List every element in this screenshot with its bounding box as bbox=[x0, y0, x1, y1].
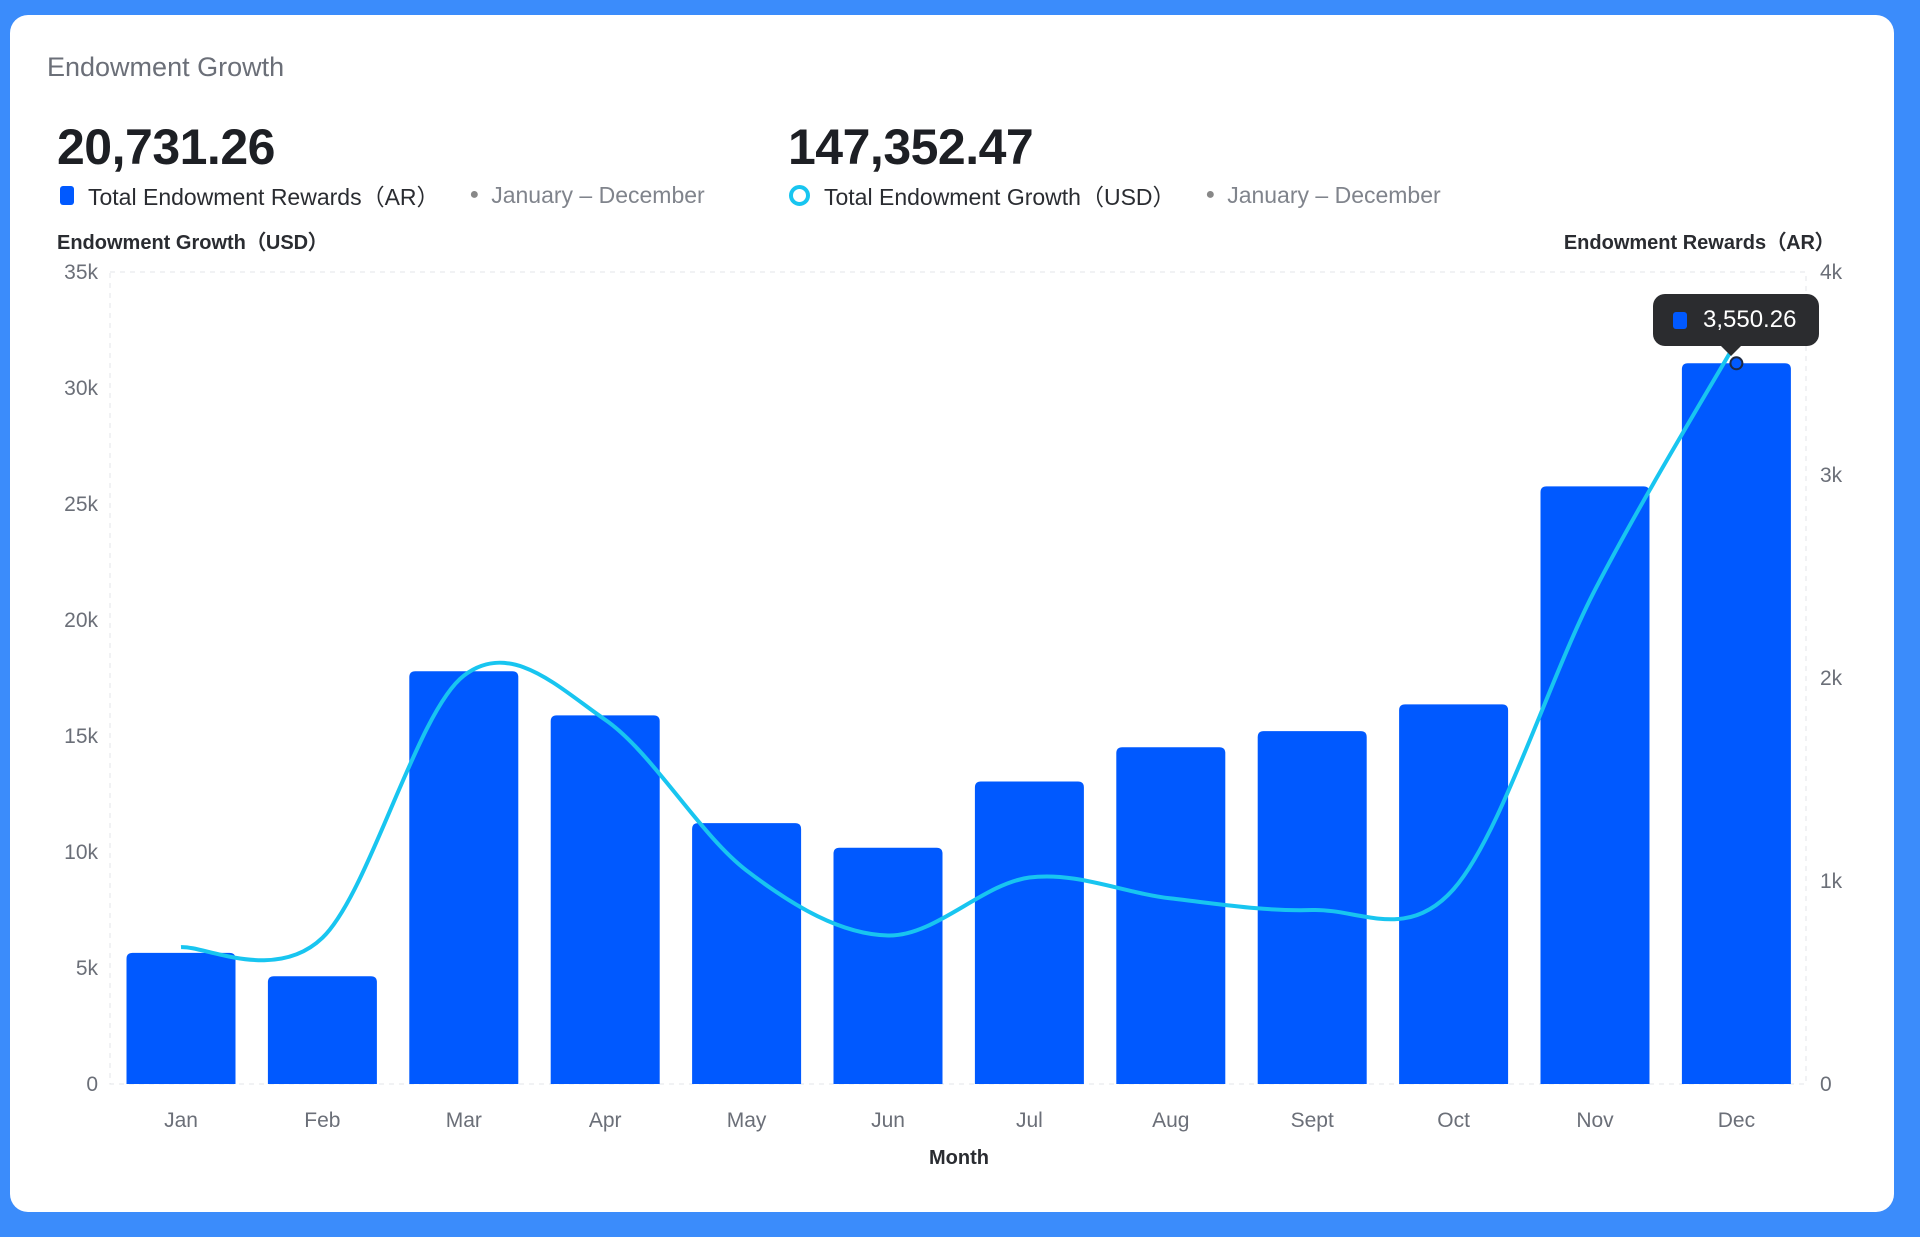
x-axis-title: Month bbox=[929, 1147, 989, 1169]
left-tick-label: 15k bbox=[64, 725, 98, 748]
right-tick-label: 2k bbox=[1820, 667, 1843, 690]
bar-oct[interactable] bbox=[1399, 704, 1509, 1084]
x-tick-label: May bbox=[727, 1109, 767, 1132]
left-tick-label: 10k bbox=[64, 841, 98, 864]
right-tick-label: 1k bbox=[1820, 870, 1843, 893]
left-tick-label: 30k bbox=[64, 377, 98, 400]
hover-point bbox=[1729, 356, 1744, 371]
bar-may[interactable] bbox=[692, 823, 802, 1084]
bar-apr[interactable] bbox=[550, 715, 660, 1084]
tooltip: 3,550.26 bbox=[1653, 294, 1819, 356]
x-tick-label: Aug bbox=[1152, 1109, 1189, 1132]
x-tick-label: Apr bbox=[589, 1109, 622, 1132]
x-tick-label: Jan bbox=[164, 1109, 198, 1132]
x-tick-label: Mar bbox=[446, 1109, 482, 1132]
x-tick-label: Oct bbox=[1437, 1109, 1470, 1132]
tooltip-swatch-icon bbox=[1673, 311, 1687, 329]
x-tick-label: Feb bbox=[304, 1109, 340, 1132]
bar-aug[interactable] bbox=[1116, 747, 1226, 1084]
right-tick-label: 3k bbox=[1820, 464, 1843, 487]
bar-jun[interactable] bbox=[833, 847, 943, 1084]
bar-nov[interactable] bbox=[1540, 486, 1650, 1084]
x-tick-label: Sept bbox=[1291, 1109, 1334, 1132]
tooltip-value: 3,550.26 bbox=[1703, 306, 1797, 333]
left-tick-label: 20k bbox=[64, 609, 98, 632]
bar-jan[interactable] bbox=[126, 952, 236, 1084]
left-tick-label: 0 bbox=[86, 1073, 98, 1096]
bar-feb[interactable] bbox=[267, 976, 377, 1084]
x-tick-label: Dec bbox=[1718, 1109, 1755, 1132]
right-tick-label: 0 bbox=[1820, 1073, 1832, 1096]
left-tick-label: 35k bbox=[64, 261, 98, 284]
left-tick-label: 25k bbox=[64, 493, 98, 516]
bar-dec[interactable] bbox=[1681, 363, 1791, 1084]
x-tick-label: Jun bbox=[871, 1109, 905, 1132]
left-tick-label: 5k bbox=[76, 957, 99, 980]
x-tick-label: Jul bbox=[1016, 1109, 1043, 1132]
right-tick-label: 4k bbox=[1820, 261, 1843, 284]
bar-jul[interactable] bbox=[974, 781, 1084, 1084]
x-tick-label: Nov bbox=[1576, 1109, 1614, 1132]
combo-chart: 0 5k 10k 15k 20k 25k 30k 35k 0 1k 2k 3k 4k Jan Feb Mar A… bbox=[64, 261, 1843, 1169]
